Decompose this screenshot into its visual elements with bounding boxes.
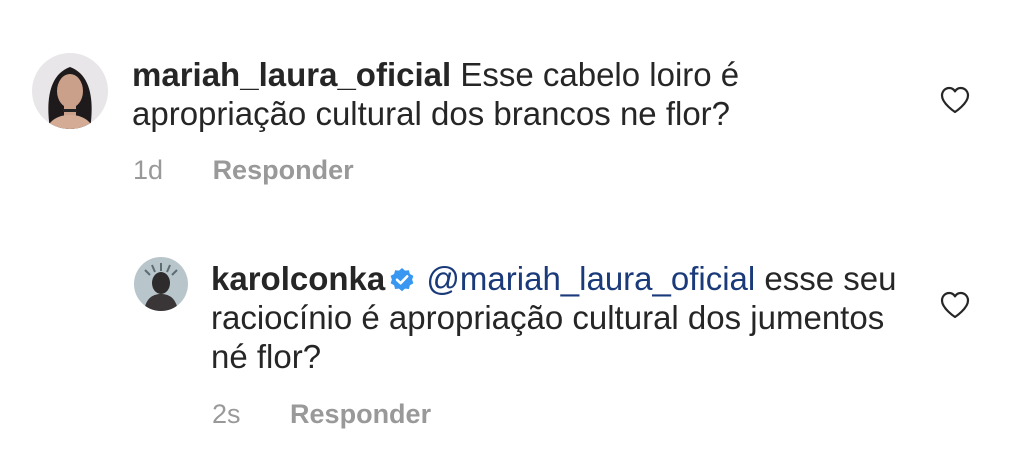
- comment-1-meta: 1d Responder: [133, 154, 354, 186]
- heart-icon[interactable]: [940, 291, 970, 319]
- comment-1-username[interactable]: mariah_laura_oficial: [132, 56, 451, 93]
- comment-2-body: karolconka @mariah_laura_oficial esse se…: [211, 259, 911, 376]
- comment-1-reply-button[interactable]: Responder: [213, 155, 354, 185]
- heart-icon[interactable]: [940, 86, 970, 114]
- comment-1-timestamp: 1d: [133, 155, 164, 185]
- avatar-karolconka[interactable]: [134, 257, 188, 311]
- avatar-mariah-laura-oficial[interactable]: [32, 53, 108, 129]
- comment-1-body: mariah_laura_oficial Esse cabelo loiro é…: [132, 55, 912, 133]
- comment-2-mention-link[interactable]: @mariah_laura_oficial: [426, 260, 755, 297]
- comment-2-timestamp: 2s: [212, 399, 241, 429]
- verified-badge-icon: [390, 268, 414, 292]
- comment-2-reply-button[interactable]: Responder: [290, 399, 431, 429]
- comment-2-username[interactable]: karolconka: [211, 260, 385, 297]
- comment-2-meta: 2s Responder: [212, 398, 431, 430]
